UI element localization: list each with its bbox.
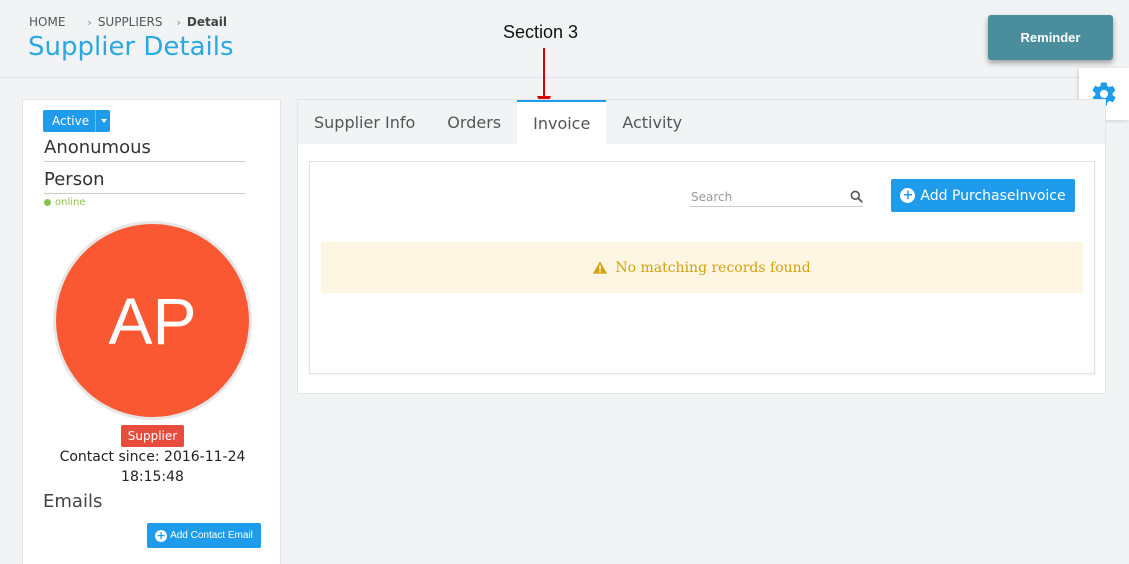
online-status: online <box>44 197 86 208</box>
annotation-label: Section 3 <box>503 22 579 42</box>
invoice-section: + Add PurchaseInvoice No matching record… <box>309 161 1095 374</box>
search-icon[interactable] <box>850 190 863 203</box>
contact-since-time: 18:15:48 <box>121 469 184 485</box>
detail-tabs-panel: Supplier Info Orders Invoice Activity + … <box>297 99 1106 394</box>
page-title: Supplier Details <box>28 32 234 62</box>
add-purchase-invoice-button[interactable]: + Add PurchaseInvoice <box>891 179 1075 212</box>
breadcrumb-current: Detail <box>186 15 228 29</box>
online-dot-icon <box>44 199 51 206</box>
tab-invoice[interactable]: Invoice <box>517 100 607 144</box>
caret-down-icon <box>101 119 107 123</box>
empty-state-message: No matching records found <box>615 259 811 276</box>
add-contact-email-label: Add Contact Email <box>170 530 253 541</box>
first-name-field[interactable]: Anonumous <box>44 137 246 162</box>
last-name-field[interactable]: Person <box>44 169 246 194</box>
breadcrumb-chevron-icon: › <box>176 15 181 29</box>
tab-supplier-info[interactable]: Supplier Info <box>298 100 431 144</box>
supplier-profile-card: Active Anonumous Person online AP Suppli… <box>22 99 281 564</box>
breadcrumb-chevron-icon: › <box>87 15 92 29</box>
role-badge: Supplier <box>121 425 184 447</box>
plus-circle-icon: + <box>155 528 168 542</box>
status-dropdown[interactable]: Active <box>43 110 110 132</box>
tab-activity[interactable]: Activity <box>606 100 698 144</box>
contact-since-date: Contact since: 2016-11-24 <box>59 449 246 465</box>
contact-since: Contact since: 2016-11-24 18:15:48 <box>23 447 282 487</box>
status-label: Active <box>52 114 90 128</box>
breadcrumb-home[interactable]: HOME <box>29 15 65 29</box>
online-label: online <box>55 197 86 208</box>
add-contact-email-button[interactable]: + Add Contact Email <box>147 523 261 548</box>
warning-icon <box>593 261 608 274</box>
empty-state-alert: No matching records found <box>321 242 1083 293</box>
avatar: AP <box>53 221 252 420</box>
plus-circle-icon: + <box>900 188 916 203</box>
dropdown-divider <box>95 110 96 132</box>
emails-heading: Emails <box>43 491 103 512</box>
search-box <box>690 186 863 207</box>
breadcrumb-suppliers[interactable]: SUPPLIERS <box>98 15 163 29</box>
breadcrumb: HOME › SUPPLIERS › Detail <box>29 15 227 29</box>
add-purchase-invoice-label: Add PurchaseInvoice <box>920 187 1066 204</box>
reminder-button[interactable]: Reminder <box>988 15 1113 60</box>
tab-orders[interactable]: Orders <box>431 100 517 144</box>
tab-bar: Supplier Info Orders Invoice Activity <box>298 100 1105 144</box>
search-input[interactable] <box>690 190 840 204</box>
